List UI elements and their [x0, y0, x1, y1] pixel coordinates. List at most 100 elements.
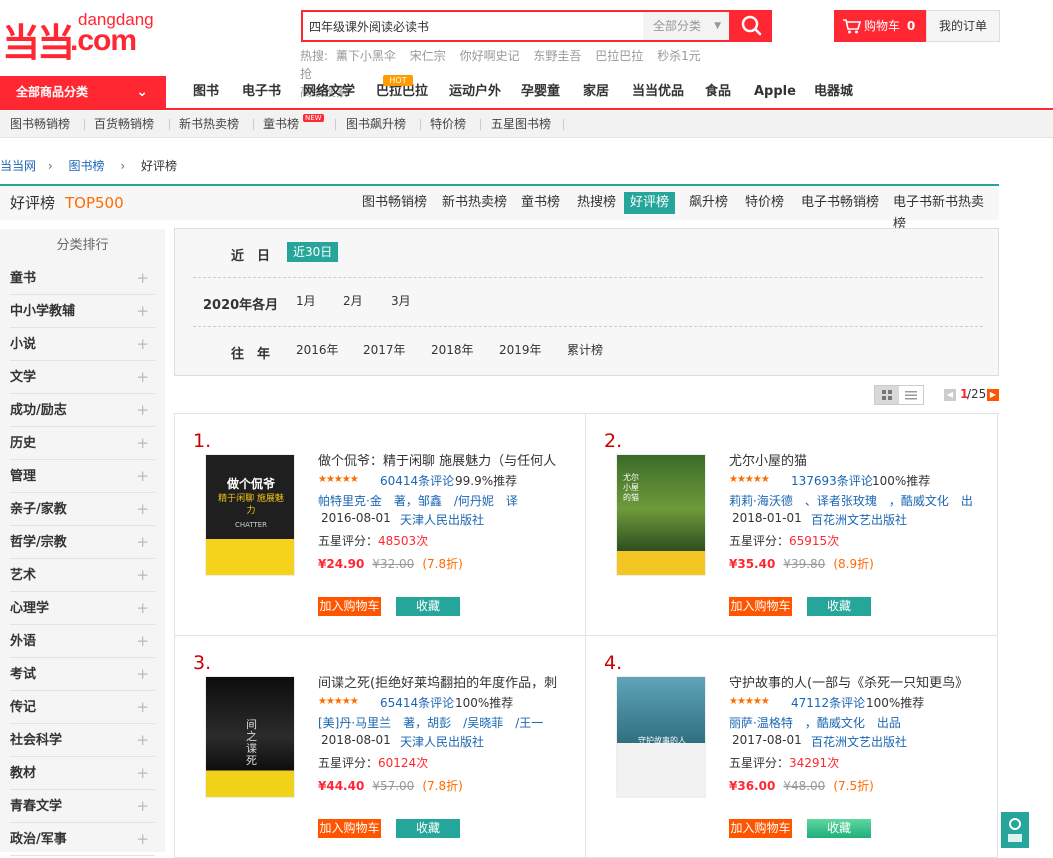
filter-option-year[interactable]: 2019年: [499, 340, 542, 360]
book-cover[interactable]: 间之谍死: [205, 676, 295, 798]
sidebar-item[interactable]: 社会科学 +: [10, 724, 155, 757]
filter-option-year[interactable]: 2018年: [431, 340, 474, 360]
expand-plus-icon[interactable]: +: [136, 757, 149, 790]
prev-page-button[interactable]: ◀: [944, 389, 956, 401]
sidebar-item[interactable]: 艺术 +: [10, 559, 155, 592]
sidebar-item[interactable]: 文学 +: [10, 361, 155, 394]
expand-plus-icon[interactable]: +: [136, 493, 149, 526]
expand-plus-icon[interactable]: +: [136, 658, 149, 691]
add-to-cart-button[interactable]: 加入购物车: [729, 819, 792, 838]
sidebar-item[interactable]: 外语 +: [10, 625, 155, 658]
tab-ebook-new[interactable]: 电子书新书热卖榜: [887, 192, 999, 232]
nav-item-apple[interactable]: Apple: [754, 76, 796, 108]
book-cover[interactable]: 尤尔小屋的猫: [616, 454, 706, 576]
sidebar-item[interactable]: 教材 +: [10, 757, 155, 790]
favorite-button[interactable]: 收藏: [807, 819, 871, 838]
sidebar-item[interactable]: 小说 +: [10, 328, 155, 361]
author-links[interactable]: 帕特里克·金 著，邹鑫 /何丹妮 译: [318, 492, 573, 509]
nav-item-home[interactable]: 家居: [583, 76, 609, 108]
add-to-cart-button[interactable]: 加入购物车: [318, 819, 381, 838]
nav-item-books[interactable]: 图书: [193, 76, 219, 108]
tab-good-reviews[interactable]: 好评榜: [624, 192, 676, 214]
subnav-item[interactable]: 童书榜: [263, 111, 299, 137]
review-count-link[interactable]: 47112条评论: [791, 694, 865, 711]
expand-plus-icon[interactable]: +: [136, 295, 149, 328]
tab-hot-search[interactable]: 热搜榜: [571, 192, 622, 214]
expand-plus-icon[interactable]: +: [136, 526, 149, 559]
sidebar-item[interactable]: 哲学/宗教 +: [10, 526, 155, 559]
author-links[interactable]: [美]丹·马里兰 著，胡彭 /吴晓菲 /王一: [318, 714, 573, 731]
favorite-button[interactable]: 收藏: [396, 597, 460, 616]
publisher-link[interactable]: 百花洲文艺出版社: [811, 733, 907, 750]
my-orders-button[interactable]: 我的订单: [926, 10, 1000, 42]
book-cover[interactable]: 做个侃爷 精于闲聊 施展魅力 CHATTER: [205, 454, 295, 576]
hot-item[interactable]: 东野圭吾: [533, 49, 581, 63]
review-count-link[interactable]: 60414条评论: [380, 472, 454, 489]
sidebar-item[interactable]: 亲子/家教 +: [10, 493, 155, 526]
expand-plus-icon[interactable]: +: [136, 262, 149, 295]
book-title-link[interactable]: 守护故事的人(一部与《杀死一只知更鸟》: [729, 672, 979, 691]
search-input[interactable]: [309, 17, 639, 35]
filter-option-cumulative[interactable]: 累计榜: [567, 340, 603, 360]
tab-rising[interactable]: 飙升榜: [683, 192, 734, 214]
all-categories-menu[interactable]: 全部商品分类 ⌄: [0, 76, 166, 110]
filter-option-30days[interactable]: 近30日: [287, 242, 339, 262]
expand-plus-icon[interactable]: +: [136, 394, 149, 427]
next-page-button[interactable]: ▶: [987, 389, 999, 401]
nav-item-web-literature[interactable]: 网络文学: [303, 76, 355, 108]
sidebar-item[interactable]: 青春文学 +: [10, 790, 155, 823]
expand-plus-icon[interactable]: +: [136, 592, 149, 625]
nav-item-baby[interactable]: 孕婴童: [521, 76, 560, 108]
list-view-button[interactable]: [899, 386, 923, 404]
grid-view-button[interactable]: [875, 386, 899, 404]
breadcrumb-rankings[interactable]: 图书榜: [68, 159, 104, 173]
expand-plus-icon[interactable]: +: [136, 691, 149, 724]
nav-item-food[interactable]: 食品: [705, 76, 731, 108]
book-title-link[interactable]: 间谍之死(拒绝好莱坞翻拍的年度作品，刺: [318, 672, 568, 691]
filter-option-month[interactable]: 2月: [343, 291, 363, 311]
subnav-item[interactable]: 特价榜: [430, 111, 466, 137]
book-title-link[interactable]: 做个侃爷：精于闲聊 施展魅力（与任何人: [318, 450, 568, 469]
expand-plus-icon[interactable]: +: [136, 361, 149, 394]
author-links[interactable]: 莉莉·海沃德 、译者张玫瑰 ，酷威文化 出: [729, 492, 984, 509]
review-count-link[interactable]: 65414条评论: [380, 694, 454, 711]
tab-new-books[interactable]: 新书热卖榜: [436, 192, 513, 214]
search-button[interactable]: [731, 10, 772, 42]
sidebar-item[interactable]: 中小学教辅 +: [10, 295, 155, 328]
nav-item-outdoor[interactable]: 运动户外: [449, 76, 501, 108]
sidebar-item[interactable]: 心理学 +: [10, 592, 155, 625]
favorite-button[interactable]: 收藏: [807, 597, 871, 616]
sidebar-item[interactable]: 传记 +: [10, 691, 155, 724]
sidebar-item[interactable]: 童书 +: [10, 262, 155, 295]
tab-bestseller[interactable]: 图书畅销榜: [356, 192, 433, 214]
tab-ebook-bestseller[interactable]: 电子书畅销榜: [795, 192, 885, 214]
expand-plus-icon[interactable]: +: [136, 823, 149, 856]
expand-plus-icon[interactable]: +: [136, 724, 149, 757]
hot-item[interactable]: 巴拉巴拉: [595, 49, 643, 63]
publisher-link[interactable]: 天津人民出版社: [400, 733, 484, 750]
floating-app-widget[interactable]: [1001, 812, 1029, 848]
nav-item-dangdang-select[interactable]: 当当优品: [632, 76, 684, 108]
review-count-link[interactable]: 137693条评论: [791, 472, 873, 489]
dangdang-logo[interactable]: 当当 dangdang .com: [0, 4, 165, 65]
search-category-select[interactable]: 全部分类 ▼: [643, 12, 729, 40]
tab-special-price[interactable]: 特价榜: [739, 192, 790, 214]
filter-option-year[interactable]: 2017年: [363, 340, 406, 360]
nav-item-electronics[interactable]: 电器城: [814, 76, 853, 108]
cart-button[interactable]: 购物车 0: [834, 10, 926, 42]
publisher-link[interactable]: 百花洲文艺出版社: [811, 511, 907, 528]
book-title-link[interactable]: 尤尔小屋的猫: [729, 450, 979, 469]
add-to-cart-button[interactable]: 加入购物车: [729, 597, 792, 616]
book-cover[interactable]: 守护故事的人: [616, 676, 706, 798]
publisher-link[interactable]: 天津人民出版社: [400, 511, 484, 528]
expand-plus-icon[interactable]: +: [136, 427, 149, 460]
expand-plus-icon[interactable]: +: [136, 559, 149, 592]
nav-item-ebooks[interactable]: 电子书: [242, 76, 281, 108]
expand-plus-icon[interactable]: +: [136, 460, 149, 493]
sidebar-item[interactable]: 成功/励志 +: [10, 394, 155, 427]
filter-option-month[interactable]: 1月: [296, 291, 316, 311]
subnav-item[interactable]: 百货畅销榜: [94, 111, 154, 137]
sidebar-item[interactable]: 历史 +: [10, 427, 155, 460]
filter-option-month[interactable]: 3月: [391, 291, 411, 311]
sidebar-item[interactable]: 管理 +: [10, 460, 155, 493]
